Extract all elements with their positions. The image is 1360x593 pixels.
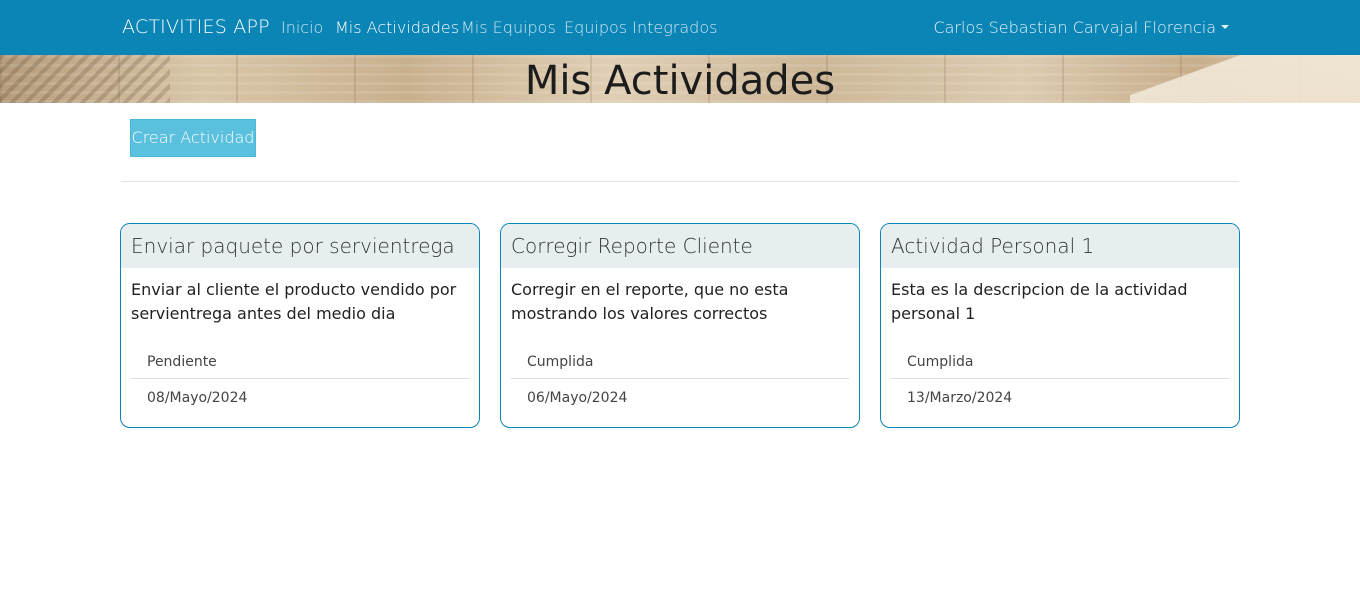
nav-mis-actividades[interactable]: Mis Actividades xyxy=(335,18,459,37)
nav-inicio[interactable]: Inicio xyxy=(281,18,323,37)
activity-date: 13/Marzo/2024 xyxy=(907,390,1013,406)
caret-down-icon xyxy=(1221,24,1229,29)
activity-title: Corregir Reporte Cliente xyxy=(501,224,859,268)
activity-details: Pendiente 08/Mayo/2024 xyxy=(131,346,469,417)
create-activity-button[interactable]: Crear Actividad xyxy=(130,119,256,157)
activity-status: Cumplida xyxy=(511,346,849,379)
activity-card: Corregir Reporte Cliente Corregir en el … xyxy=(500,223,860,428)
activity-status: Pendiente xyxy=(131,346,469,379)
activity-details: Cumplida 06/Mayo/2024 xyxy=(511,346,849,417)
top-navbar: ACTIVITIES APP Inicio Mis Actividades Mi… xyxy=(0,0,1360,55)
activity-description: Enviar al cliente el producto vendido po… xyxy=(131,280,457,323)
activity-description: Esta es la descripcion de la actividad p… xyxy=(891,280,1188,323)
activity-date: 08/Mayo/2024 xyxy=(147,390,248,406)
user-name: Carlos Sebastian Carvajal Florencia xyxy=(933,18,1216,37)
brand-link[interactable]: ACTIVITIES APP xyxy=(122,16,270,38)
activity-details: Cumplida 13/Marzo/2024 xyxy=(891,346,1229,417)
activity-description: Corregir en el reporte, que no esta most… xyxy=(511,280,789,323)
activity-date: 06/Mayo/2024 xyxy=(527,390,628,406)
nav-equipos-integrados[interactable]: Equipos Integrados xyxy=(564,18,717,37)
user-menu-dropdown[interactable]: Carlos Sebastian Carvajal Florencia xyxy=(933,18,1229,37)
activity-status: Cumplida xyxy=(891,346,1229,379)
activity-card: Actividad Personal 1 Esta es la descripc… xyxy=(880,223,1240,428)
activity-card: Enviar paquete por servientrega Enviar a… xyxy=(120,223,480,428)
divider xyxy=(121,181,1239,182)
activity-title: Enviar paquete por servientrega xyxy=(121,224,479,268)
page-title: Mis Actividades xyxy=(524,58,836,104)
nav-mis-equipos[interactable]: Mis Equipos xyxy=(461,18,556,37)
activity-title: Actividad Personal 1 xyxy=(881,224,1239,268)
